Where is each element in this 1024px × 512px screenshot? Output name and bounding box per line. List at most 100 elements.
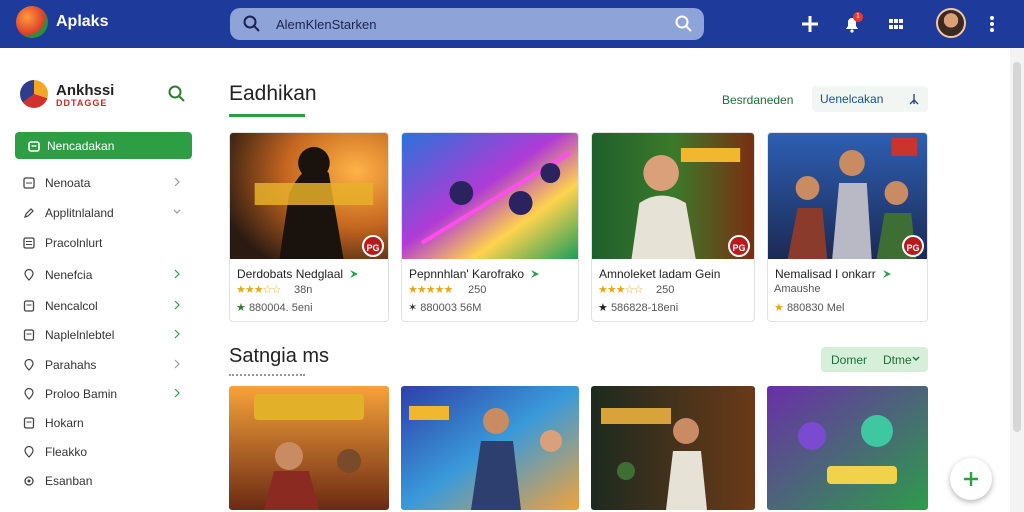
apps-grid-icon[interactable] (884, 12, 908, 36)
section-dropdown[interactable]: Domer Dtme (821, 347, 928, 372)
sidebar-item-active[interactable]: Nencadakan (15, 132, 192, 159)
dropdown-label-a: Domer (831, 352, 868, 367)
sidebar-item[interactable]: Pracolnlurt (15, 232, 192, 254)
sidebar-item[interactable]: Hokarn (15, 412, 192, 434)
list-icon (23, 237, 35, 249)
user-avatar[interactable] (936, 8, 966, 38)
sidebar-item[interactable]: Naplelnlebtel (15, 324, 192, 346)
chevron-down-icon (173, 209, 181, 214)
brand-subtitle: DDTAGGE (56, 98, 108, 108)
game-artwork (401, 386, 579, 510)
section-title: Satngia ms (229, 345, 330, 367)
document-icon (23, 417, 35, 429)
star-outline-icon: ✶ (408, 302, 418, 314)
star-dark-icon: ★ (598, 302, 608, 314)
location-icon (24, 359, 34, 371)
meta-text: 880003 56M (420, 302, 482, 314)
age-rating-badge: PG (362, 235, 384, 257)
sidebar-item-label: Nenefcia (45, 268, 93, 282)
filter-button[interactable]: Uenelcakan (812, 86, 928, 112)
filter-button-label: Uenelcakan (820, 92, 884, 106)
sidebar-item-label: Hokarn (45, 416, 84, 430)
search-icon (243, 15, 260, 32)
game-title: Pepnnhlan' Karofrako (409, 267, 525, 281)
search-submit-icon[interactable] (674, 14, 694, 34)
game-meta: ✶ 880003 56M (408, 301, 481, 314)
location-icon (24, 388, 34, 400)
document-icon (23, 329, 35, 341)
game-title: Derdobats Nedglaal (237, 267, 344, 281)
sidebar-item[interactable]: Fleakko (15, 441, 192, 463)
sidebar-item[interactable]: Applitnlaland (15, 202, 192, 224)
chevron-right-icon (174, 359, 180, 369)
chevron-right-icon (174, 388, 180, 398)
settings-icon (24, 476, 34, 486)
notification-badge: 1 (853, 12, 863, 22)
sidebar-item[interactable]: Nencalcol (15, 295, 192, 317)
sidebar-item-label: Nenoata (45, 176, 91, 190)
add-fab-button[interactable] (950, 458, 992, 500)
text-button[interactable]: Besrdaneden (716, 88, 799, 112)
star-rating: ★★★☆☆ (598, 284, 643, 296)
sidebar-item[interactable]: Parahahs (15, 354, 192, 376)
sidebar-item[interactable]: Nenefcia (15, 264, 192, 286)
flag-icon (531, 270, 539, 278)
game-card[interactable]: PG Amnoleket ladam Gein ★★★☆☆ 250 ★ 5868… (591, 132, 755, 322)
star-dark-icon: ★ (236, 302, 246, 314)
more-vertical-icon[interactable] (980, 12, 1004, 36)
star-rating: ★★★☆☆ (236, 284, 281, 296)
chevron-down-icon (912, 356, 920, 361)
brand-name: Ankhssi (56, 82, 115, 99)
search-bar[interactable] (230, 8, 704, 40)
game-artwork (767, 386, 928, 510)
page-title: Eadhikan (229, 82, 317, 105)
rating-count: 250 (656, 284, 675, 296)
chevron-right-icon (174, 329, 180, 339)
game-card[interactable]: PG Nemalisad I onkarr Amaushe ★ 880830 M… (767, 132, 928, 322)
meta-text: 586828-18eni (610, 302, 679, 314)
sort-icon (909, 94, 919, 105)
search-input[interactable] (276, 16, 656, 32)
app-logo[interactable] (16, 6, 48, 38)
sidebar-item-label: Proloo Bamin (45, 387, 118, 401)
add-icon (964, 472, 978, 486)
scrollbar-thumb[interactable] (1013, 62, 1021, 432)
sidebar-item-label: Parahahs (45, 358, 97, 372)
sidebar-item-label: Naplelnlebtel (45, 328, 115, 342)
chevron-right-icon (174, 300, 180, 310)
game-meta: ★ 880004. 5eni (236, 301, 313, 314)
age-rating-badge: PG (728, 235, 750, 257)
game-card[interactable]: PG Derdobats Nedglaal ★★★☆☆ 38n ★ 880004… (229, 132, 389, 322)
sidebar-item-label: Applitnlaland (45, 206, 114, 220)
game-tile[interactable] (401, 386, 579, 510)
flag-icon (350, 270, 358, 278)
game-artwork (591, 386, 755, 510)
location-icon (24, 446, 34, 458)
sidebar-item-label: Nencalcol (45, 299, 98, 313)
game-title: Amnoleket ladam Gein (599, 267, 721, 281)
sidebar-item-label: Fleakko (45, 445, 88, 459)
document-icon (23, 300, 35, 312)
bag-icon (28, 140, 40, 152)
brand-logo (20, 80, 48, 108)
rating-count: 250 (468, 284, 487, 296)
star-gold-icon: ★ (774, 302, 784, 314)
sidebar-item[interactable]: Proloo Bamin (15, 383, 192, 405)
sidebar-item[interactable]: Nenoata (15, 172, 192, 194)
sidebar-item[interactable]: Esanban (15, 470, 192, 492)
game-tile[interactable] (767, 386, 928, 510)
app-title: Aplaks (56, 13, 109, 30)
section-divider (229, 370, 305, 376)
game-tile[interactable] (591, 386, 755, 510)
sidebar-item-label: Esanban (45, 474, 93, 488)
meta-text: 880830 Mel (786, 302, 845, 314)
flag-icon (883, 270, 891, 278)
chevron-right-icon (174, 177, 180, 187)
sidebar-search-icon[interactable] (167, 84, 187, 104)
game-artwork (402, 133, 578, 259)
title-underline (229, 114, 305, 117)
square-icon (23, 177, 35, 189)
game-card[interactable]: Pepnnhlan' Karofrako ★★★★★ 250 ✶ 880003 … (401, 132, 579, 322)
game-tile[interactable] (229, 386, 389, 510)
add-icon[interactable] (798, 12, 822, 36)
